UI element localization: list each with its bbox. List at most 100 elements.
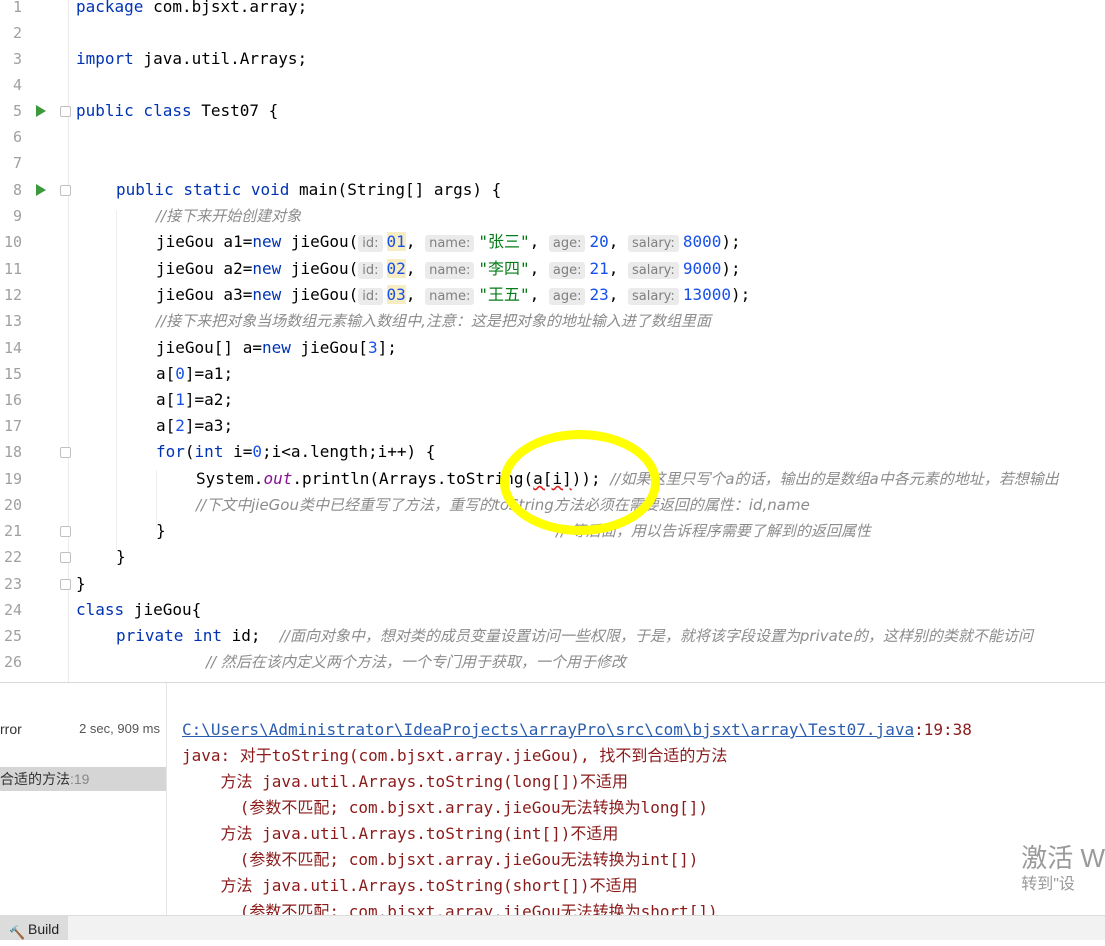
fold-icon[interactable] [60, 106, 71, 117]
line-number: 21 [3, 522, 22, 540]
code-line-17: 17 a[2]=a3; [0, 413, 1105, 439]
error-squiggle: a[i] [533, 469, 572, 488]
param-hint: name: [425, 262, 475, 279]
line-number: 7 [12, 154, 22, 172]
error-detail: (参数不匹配; com.bjsxt.array.jieGou无法转换为int[]… [182, 850, 699, 869]
line-number: 17 [3, 417, 22, 435]
line-number: 22 [3, 548, 22, 566]
code-text[interactable]: jieGou[] a=new jieGou[3]; [156, 335, 397, 361]
line-number: 10 [3, 233, 22, 251]
code-text[interactable]: for(int i=0;i<a.length;i++) { [156, 439, 435, 465]
line-number: 18 [3, 443, 22, 461]
code-text[interactable]: } [76, 571, 86, 597]
code-line-16: 16 a[1]=a2; [0, 387, 1105, 413]
code-text[interactable]: a[0]=a1; [156, 361, 233, 387]
code-text[interactable]: private int id; //面向对象中，想对类的成员变量设置访问一些权限… [116, 623, 1033, 649]
code-line-21: 21 } // 等后面，用以告诉程序需要了解到的返回属性 [0, 518, 1105, 544]
build-output: C:\Users\Administrator\IdeaProjects\arra… [182, 717, 1102, 925]
param-hint: name: [425, 235, 475, 252]
line-number: 24 [3, 601, 22, 619]
line-number: 5 [12, 102, 22, 120]
param-hint: id: [358, 288, 383, 305]
line-number: 16 [3, 391, 22, 409]
build-tree: rror 2 sec, 909 ms 合适的方法:19 [0, 683, 167, 915]
error-detail: 方法 java.util.Arrays.toString(int[])不适用 [182, 824, 619, 843]
code-line-26: 26 // 然后在该内定义两个方法，一个专门用于获取，一个用于修改 [0, 649, 1105, 675]
error-location: C:\Users\Administrator\IdeaProjects\arra… [182, 720, 972, 739]
code-line-20: 20 //下文中jieGou类中已经重写了方法，重写的toString方法必须在… [0, 492, 1105, 518]
build-tree-root[interactable]: rror 2 sec, 909 ms [0, 717, 166, 741]
line-number: 14 [3, 339, 22, 357]
error-detail: (参数不匹配; com.bjsxt.array.jieGou无法转换为long[… [182, 798, 709, 817]
param-hint: id: [358, 262, 383, 279]
build-tool-window: rror 2 sec, 909 ms 合适的方法:19 C:\Users\Adm… [0, 682, 1105, 940]
line-number: 8 [12, 181, 22, 199]
code-line-6: 6 [0, 124, 1105, 150]
code-text[interactable]: System.out.println(Arrays.toString(a[i])… [196, 466, 1059, 492]
code-line-13: 13 //接下来把对象当场数组元素输入数组中,注意：这是把对象的地址输入进了数组… [0, 308, 1105, 334]
code-line-10: 10 jieGou a1=new jieGou(id: 01, name: "张三"… [0, 229, 1105, 255]
code-line-2: 2 [0, 20, 1105, 46]
code-text[interactable]: jieGou a2=new jieGou(id: 02, name: "李四", a… [156, 256, 741, 284]
code-line-23: 23 } [0, 571, 1105, 597]
file-link[interactable]: C:\Users\Administrator\IdeaProjects\arra… [182, 720, 914, 739]
line-number: 20 [3, 496, 22, 514]
code-line-7: 7 [0, 150, 1105, 176]
line-number: 15 [3, 365, 22, 383]
fold-icon[interactable] [60, 552, 71, 563]
code-line-5: 5 public class Test07 { [0, 98, 1105, 124]
code-text[interactable]: jieGou a1=new jieGou(id: 01, name: "张三", a… [156, 229, 741, 257]
code-text[interactable]: public class Test07 { [76, 98, 278, 124]
run-gutter-icon[interactable] [36, 184, 46, 196]
build-duration: 2 sec, 909 ms [79, 721, 160, 736]
line-number: 3 [12, 50, 22, 68]
error-detail: 方法 java.util.Arrays.toString(short[])不适用 [182, 876, 638, 895]
code-comment[interactable]: //接下来开始创建对象 [156, 203, 301, 229]
code-comment[interactable]: // 等后面，用以告诉程序需要了解到的返回属性 [556, 518, 871, 544]
code-text[interactable]: } [116, 544, 126, 570]
code-text[interactable]: public static void main(String[] args) { [116, 177, 501, 203]
fold-icon[interactable] [60, 185, 71, 196]
build-tree-error-item[interactable]: 合适的方法:19 [0, 767, 166, 791]
code-text[interactable]: a[1]=a2; [156, 387, 233, 413]
code-comment[interactable]: // 然后在该内定义两个方法，一个专门用于获取，一个用于修改 [206, 649, 626, 675]
param-hint: name: [425, 288, 475, 305]
code-comment[interactable]: //下文中jieGou类中已经重写了方法，重写的toString方法必须在需要返… [196, 492, 810, 518]
code-line-24: 24 class jieGou{ [0, 597, 1105, 623]
code-line-14: 14 jieGou[] a=new jieGou[3]; [0, 335, 1105, 361]
code-line-25: 25 private int id; //面向对象中，想对类的成员变量设置访问一… [0, 623, 1105, 649]
fold-icon[interactable] [60, 526, 71, 537]
error-message: java: 对于toString(com.bjsxt.array.jieGou)… [182, 746, 728, 765]
code-text[interactable]: class jieGou{ [76, 597, 201, 623]
code-line-11: 11 jieGou a2=new jieGou(id: 02, name: "李四"… [0, 256, 1105, 282]
fold-icon[interactable] [60, 447, 71, 458]
hammer-icon: 🔨 [9, 925, 26, 940]
line-number: 11 [3, 260, 22, 278]
run-gutter-icon[interactable] [36, 105, 46, 117]
code-text[interactable]: import java.util.Arrays; [76, 46, 307, 72]
code-text[interactable]: jieGou a3=new jieGou(id: 03, name: "王五", a… [156, 282, 750, 310]
code-line-9: 9 //接下来开始创建对象 [0, 203, 1105, 229]
line-number: 26 [3, 653, 22, 671]
line-number: 13 [3, 312, 22, 330]
param-hint: salary: [628, 288, 679, 305]
build-tab[interactable]: 🔨 Build [0, 916, 68, 940]
line-number: 19 [3, 470, 22, 488]
line-number: 4 [12, 76, 22, 94]
code-editor[interactable]: 1 package com.bjsxt.array; 2 3 import ja… [0, 0, 1105, 682]
code-line-3: 3 import java.util.Arrays; [0, 46, 1105, 72]
param-hint: id: [358, 235, 383, 252]
fold-icon[interactable] [60, 579, 71, 590]
line-number: 9 [12, 207, 22, 225]
code-text[interactable]: package com.bjsxt.array; [76, 0, 307, 20]
code-text[interactable]: a[2]=a3; [156, 413, 233, 439]
param-hint: salary: [628, 262, 679, 279]
error-detail: 方法 java.util.Arrays.toString(long[])不适用 [182, 772, 629, 791]
line-number: 12 [3, 286, 22, 304]
line-number: 2 [12, 24, 22, 42]
code-comment[interactable]: //接下来把对象当场数组元素输入数组中,注意：这是把对象的地址输入进了数组里面 [156, 308, 711, 334]
param-hint: age: [548, 288, 586, 305]
code-line-18: 18 for(int i=0;i<a.length;i++) { [0, 439, 1105, 465]
line-number: 1 [12, 0, 22, 16]
code-text[interactable]: } [156, 518, 166, 544]
